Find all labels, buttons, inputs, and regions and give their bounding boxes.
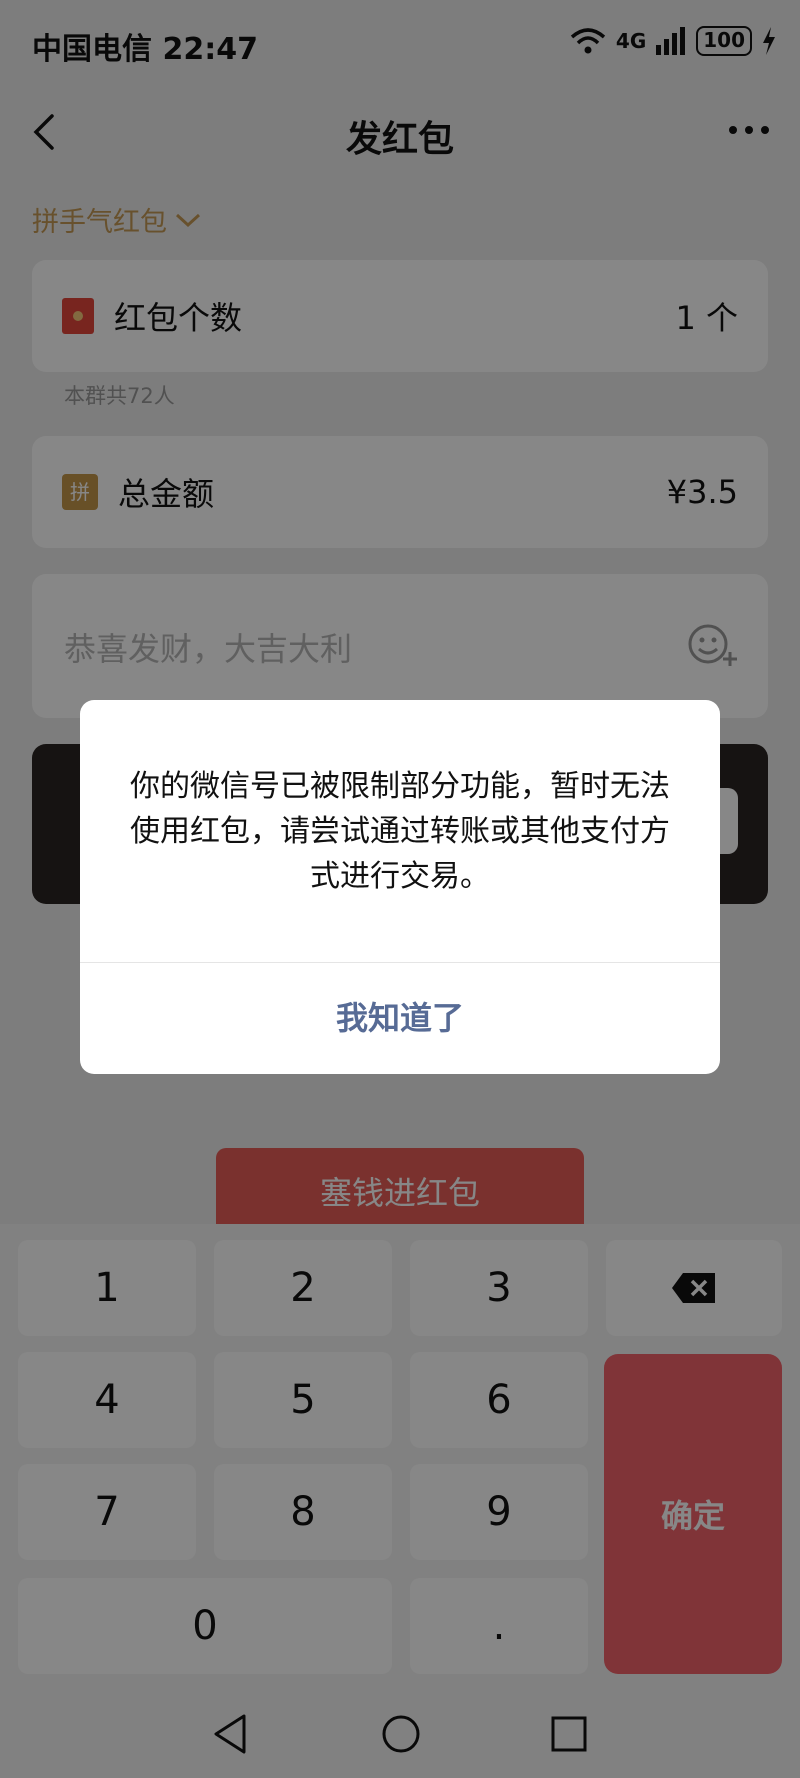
dialog-message: 你的微信号已被限制部分功能，暂时无法使用红包，请尝试通过转账或其他支付方式进行交…: [130, 769, 670, 894]
restriction-dialog: 你的微信号已被限制部分功能，暂时无法使用红包，请尝试通过转账或其他支付方式进行交…: [80, 700, 720, 1074]
acknowledge-button[interactable]: 我知道了: [80, 963, 720, 1074]
